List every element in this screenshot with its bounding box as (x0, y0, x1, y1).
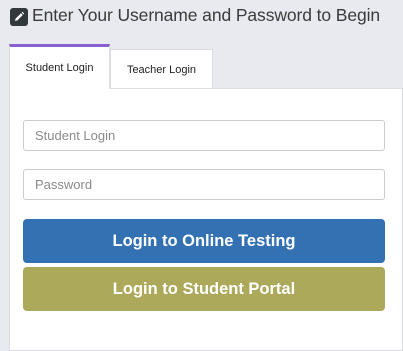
login-online-testing-button[interactable]: Login to Online Testing (23, 219, 385, 263)
tab-teacher-login[interactable]: Teacher Login (110, 49, 213, 89)
edit-icon (10, 8, 28, 26)
page-title: Enter Your Username and Password to Begi… (32, 5, 381, 25)
login-student-portal-button[interactable]: Login to Student Portal (23, 267, 385, 311)
password-input[interactable] (23, 169, 385, 200)
tab-student-login[interactable]: Student Login (9, 44, 110, 89)
username-input[interactable] (23, 120, 385, 151)
login-tabs: Student Login Teacher Login (9, 44, 403, 89)
page-header: Enter Your Username and Password to Begi… (0, 0, 403, 34)
